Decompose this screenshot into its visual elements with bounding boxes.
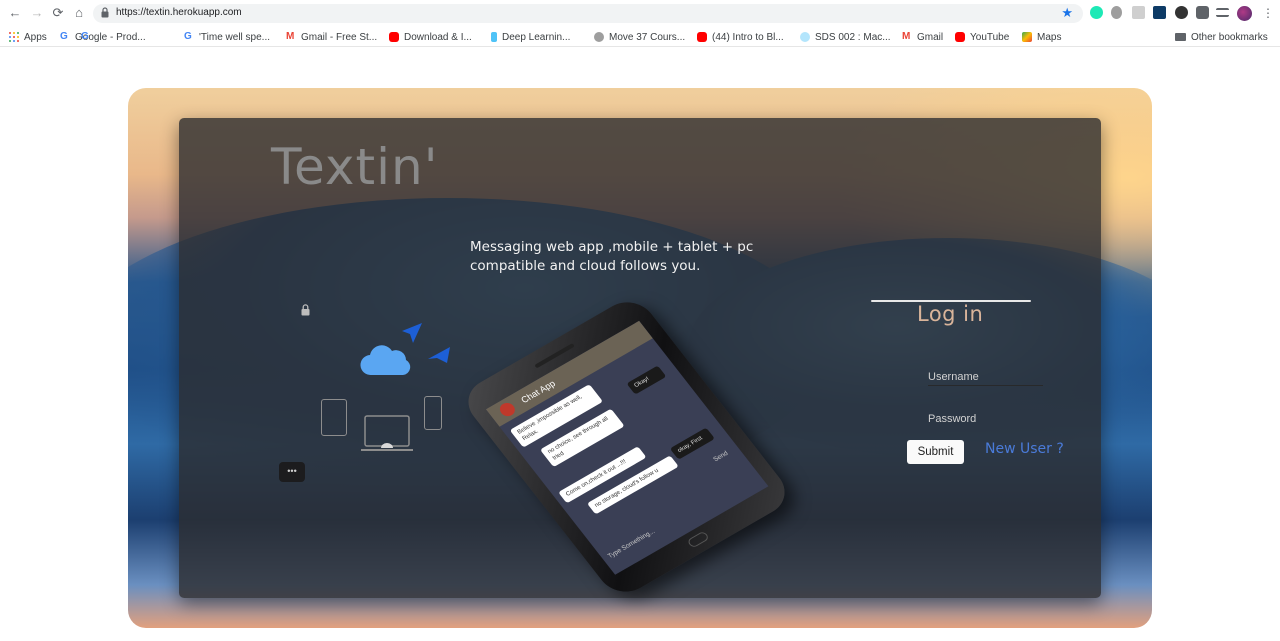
apps-grid-icon — [9, 32, 19, 42]
google-icon: G — [184, 31, 192, 42]
youtube-icon — [389, 32, 399, 42]
password-input[interactable] — [928, 410, 1043, 428]
bookmark-label: Gmail - Free St... — [301, 31, 378, 43]
padlock-icon — [301, 304, 310, 316]
forward-arrow-icon: → — [30, 5, 44, 20]
bookmark-time-well-spent[interactable]: G 'Time well spe... — [184, 29, 270, 45]
hero-background: Textin' Messaging web app ,mobile + tabl… — [128, 88, 1152, 628]
home-button[interactable]: ⌂ — [71, 5, 87, 21]
address-bar[interactable]: https://textin.herokuapp.com ★ — [93, 4, 1083, 23]
youtube-icon — [955, 32, 965, 42]
tagline-text: Messaging web app ,mobile + tablet + pc … — [470, 239, 754, 274]
profile-avatar[interactable] — [1237, 6, 1252, 21]
bookmark-download[interactable]: Download & I... — [389, 29, 472, 45]
forward-button[interactable]: → — [29, 5, 45, 21]
submit-button[interactable]: Submit — [907, 440, 964, 464]
bookmark-youtube[interactable]: YouTube — [955, 29, 1009, 45]
phone-home-button — [686, 530, 710, 549]
chat-message-dark: Okay! — [626, 365, 667, 395]
gmail-icon: M — [902, 31, 911, 42]
bookmark-label: 'Time well spe... — [199, 31, 271, 43]
phone-mockup: Chat App Believe ,impossible as well, Re… — [457, 293, 796, 601]
bookmark-move-37[interactable]: Move 37 Cours... — [594, 29, 685, 45]
bookmark-gmail[interactable]: M Gmail — [902, 29, 943, 45]
gmail-icon: M — [286, 31, 295, 42]
folder-icon — [1175, 33, 1186, 41]
bookmark-label: Deep Learnin... — [502, 31, 571, 43]
chat-input-placeholder: Type Something... — [606, 528, 657, 560]
bookmark-label: SDS 002 : Mac... — [815, 31, 891, 43]
new-user-link[interactable]: New User ? — [985, 441, 1064, 457]
back-arrow-icon: ← — [8, 5, 22, 20]
bookmark-intro-to-bl[interactable]: (44) Intro to Bl... — [697, 29, 784, 45]
extension-k-icon[interactable] — [1132, 6, 1145, 19]
bookmark-maps[interactable]: Maps — [1022, 29, 1061, 45]
reading-list-icon[interactable] — [1216, 8, 1229, 17]
username-input[interactable] — [928, 368, 1043, 386]
send-arrow-icon — [402, 323, 422, 343]
tablet-icon — [321, 399, 347, 436]
browser-toolbar: ← → ⟳ ⌂ https://textin.herokuapp.com ★ ⋮ — [0, 0, 1280, 27]
chat-message-dark: okay, First — [669, 427, 715, 460]
extension-bug-icon[interactable] — [1111, 6, 1122, 19]
laptop-icon — [361, 415, 413, 451]
other-bookmarks-label: Other bookmarks — [1191, 31, 1268, 43]
phone-frame: Chat App Believe ,impossible as well, Re… — [457, 293, 796, 601]
cloud-icon — [360, 345, 411, 376]
back-button[interactable]: ← — [7, 5, 23, 21]
url-text: https://textin.herokuapp.com — [116, 7, 242, 18]
bookmark-label: Apps — [24, 31, 47, 43]
bookmark-sds-002[interactable]: SDS 002 : Mac... — [800, 29, 891, 45]
bookmark-apps[interactable]: Apps — [9, 29, 47, 45]
extension-code-icon[interactable] — [1153, 6, 1166, 19]
other-bookmarks[interactable]: Other bookmarks — [1175, 29, 1268, 45]
bookmark-google-prod[interactable]: G Google - Prod... — [60, 29, 146, 45]
lock-icon — [101, 7, 109, 18]
bookmark-star-icon[interactable]: ★ — [1061, 5, 1073, 21]
bookmark-label: Download & I... — [404, 31, 472, 43]
maps-icon — [1022, 32, 1032, 42]
bookmark-gmail-free[interactable]: M Gmail - Free St... — [286, 29, 377, 45]
cloud-site-icon — [800, 32, 810, 42]
extensions-puzzle-icon[interactable] — [1196, 6, 1209, 19]
login-title: Log in — [917, 302, 984, 326]
google-icon: G — [81, 31, 89, 42]
bookmark-label: Gmail — [917, 31, 944, 43]
reload-button[interactable]: ⟳ — [50, 5, 66, 21]
chat-send-label: Send — [712, 450, 730, 464]
bookmark-google-prod-secondary[interactable]: G — [81, 29, 96, 45]
youtube-icon — [697, 32, 707, 42]
bookmarks-bar: Apps G Google - Prod... G G 'Time well s… — [0, 27, 1280, 47]
google-icon: G — [60, 31, 68, 42]
chat-bubble-icon: ••• — [279, 462, 305, 482]
bookmark-deep-learning[interactable]: Deep Learnin... — [491, 29, 570, 45]
brand-title: Textin' — [271, 138, 439, 196]
site-icon — [491, 32, 497, 42]
chat-header-title: Chat App — [518, 378, 558, 406]
send-arrow-icon — [428, 347, 450, 363]
bookmark-label: YouTube — [970, 31, 1010, 43]
login-title-underline — [871, 300, 1031, 302]
bookmark-label: (44) Intro to Bl... — [712, 31, 784, 43]
browser-menu-icon[interactable]: ⋮ — [1262, 6, 1274, 20]
extension-grammarly-icon[interactable] — [1090, 6, 1103, 19]
mobile-icon — [424, 396, 442, 430]
chat-avatar — [496, 400, 518, 419]
extension-e-icon[interactable] — [1175, 6, 1188, 19]
home-icon: ⌂ — [75, 5, 83, 20]
main-panel: Textin' Messaging web app ,mobile + tabl… — [179, 118, 1101, 601]
site-icon — [594, 32, 604, 42]
reload-icon: ⟳ — [52, 5, 64, 20]
bookmark-label: Move 37 Cours... — [609, 31, 686, 43]
bookmark-label: Maps — [1037, 31, 1062, 43]
phone-screen: Chat App Believe ,impossible as well, Re… — [485, 320, 769, 575]
